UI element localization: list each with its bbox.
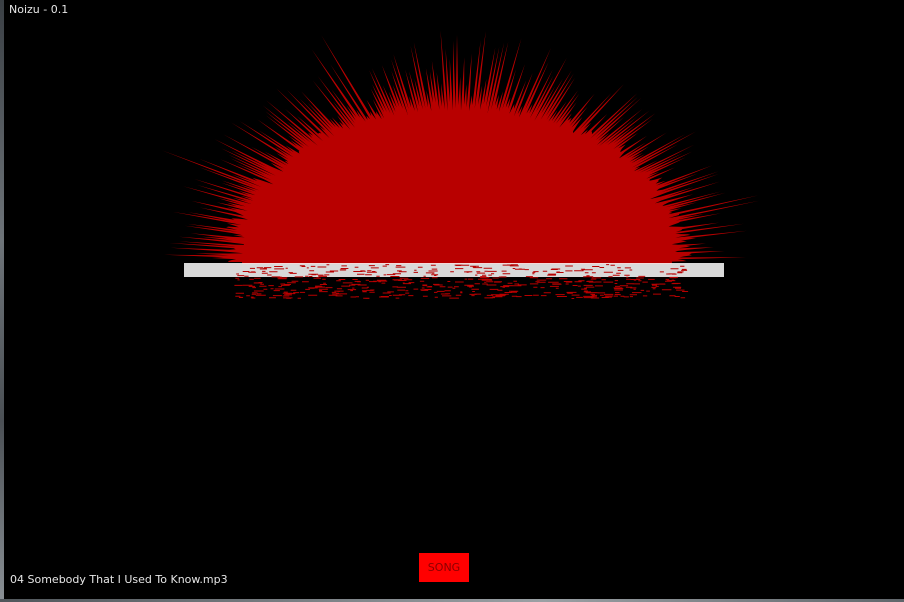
horizon-band [184, 263, 724, 277]
ground-mask [4, 264, 904, 599]
app-window: Noizu - 0.1 04 Somebody That I Used To K… [0, 0, 904, 602]
track-name: 04 Somebody That I Used To Know.mp3 [10, 573, 228, 586]
audio-visualizer [4, 0, 904, 599]
song-button[interactable]: SONG [419, 553, 469, 582]
app-title: Noizu - 0.1 [9, 3, 69, 16]
